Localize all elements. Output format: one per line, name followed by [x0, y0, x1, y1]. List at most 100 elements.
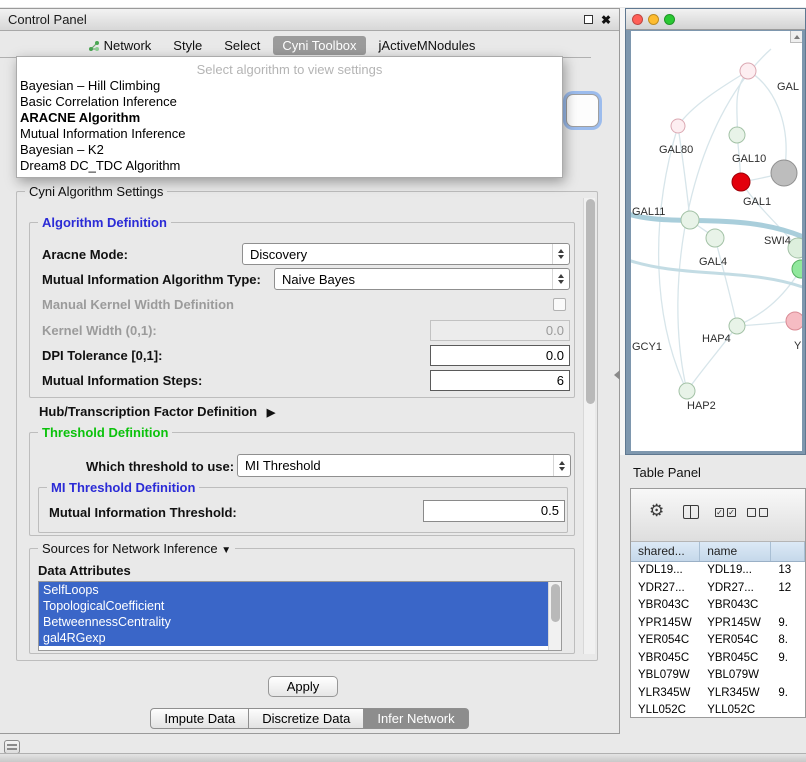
- screen: Control Panel ✖ Network Style Select Cyn…: [0, 0, 806, 762]
- network-node[interactable]: [671, 119, 685, 133]
- cell-extra: 9.: [771, 685, 805, 703]
- node-label: GCY1: [632, 341, 662, 353]
- chevron-right-icon: ▶: [267, 407, 275, 419]
- cell-name: YPR145W: [700, 615, 771, 633]
- combo-arrows-icon: [552, 244, 569, 264]
- tab-cyni-toolbox[interactable]: Cyni Toolbox: [273, 36, 365, 55]
- network-tab-icon: [88, 40, 100, 52]
- cell-name: YLL052C: [700, 702, 771, 718]
- tab-impute-data[interactable]: Impute Data: [150, 708, 249, 729]
- dpi-tolerance-field[interactable]: 0.0: [430, 345, 570, 366]
- network-node-gal10[interactable]: [771, 160, 797, 186]
- data-attributes-label: Data Attributes: [38, 563, 131, 578]
- tab-label: Network: [104, 38, 152, 53]
- control-panel-titlebar[interactable]: Control Panel ✖: [0, 9, 619, 31]
- column-header-extra[interactable]: [771, 542, 805, 561]
- algorithm-option[interactable]: Mutual Information Inference: [17, 126, 562, 142]
- tab-label: Cyni Toolbox: [282, 38, 356, 53]
- attributes-scrollbar[interactable]: [548, 582, 561, 650]
- unchecked-box-icon: [747, 508, 756, 517]
- close-traffic-light[interactable]: [632, 14, 643, 25]
- sources-label: Sources for Network Inference: [42, 541, 218, 556]
- kernel-width-field[interactable]: 0.0: [430, 320, 570, 341]
- cell-name: YDL19...: [700, 562, 771, 580]
- table-row[interactable]: YDR27... YDR27... 12: [631, 580, 805, 598]
- table-row[interactable]: YER054C YER054C 8.: [631, 632, 805, 650]
- cell-shared-name: YER054C: [631, 632, 700, 650]
- algorithm-option[interactable]: Basic Correlation Inference: [17, 94, 562, 110]
- list-item[interactable]: TopologicalCoefficient: [39, 598, 548, 614]
- network-node[interactable]: [729, 318, 745, 334]
- table-row[interactable]: YLR345W YLR345W 9.: [631, 685, 805, 703]
- table-row[interactable]: YPR145W YPR145W 9.: [631, 615, 805, 633]
- minimize-traffic-light[interactable]: [648, 14, 659, 25]
- network-node[interactable]: [681, 211, 699, 229]
- tab-infer-network[interactable]: Infer Network: [364, 708, 468, 729]
- settings-scrollbar[interactable]: [583, 198, 595, 654]
- network-node[interactable]: [679, 383, 695, 399]
- mi-algorithm-type-select[interactable]: Naive Bayes: [274, 268, 570, 290]
- float-window-icon[interactable]: [584, 15, 593, 24]
- algorithm-option[interactable]: Bayesian – Hill Climbing: [17, 78, 562, 94]
- gear-icon[interactable]: ⚙: [649, 501, 664, 521]
- network-node[interactable]: [786, 312, 802, 330]
- close-icon[interactable]: ✖: [601, 14, 611, 26]
- select-all-icon[interactable]: ✓ ✓: [715, 508, 736, 517]
- algorithm-settings-button[interactable]: [566, 94, 599, 127]
- table-row[interactable]: YBR045C YBR045C 9.: [631, 650, 805, 668]
- column-visibility-icon[interactable]: [683, 505, 699, 519]
- aracne-mode-select[interactable]: Discovery: [242, 243, 570, 265]
- tab-network[interactable]: Network: [79, 36, 161, 55]
- table-row[interactable]: YBR043C YBR043C: [631, 597, 805, 615]
- node-label: HAP2: [687, 400, 716, 412]
- network-node[interactable]: [792, 260, 802, 278]
- column-header-name[interactable]: name: [700, 542, 771, 561]
- table-row[interactable]: YBL079W YBL079W: [631, 667, 805, 685]
- attributes-scrollbar-thumb[interactable]: [551, 584, 560, 622]
- algorithm-option-selected[interactable]: ARACNE Algorithm: [17, 110, 562, 126]
- zoom-traffic-light[interactable]: [664, 14, 675, 25]
- apply-button[interactable]: Apply: [268, 676, 338, 697]
- algorithm-option[interactable]: Dream8 DC_TDC Algorithm: [17, 158, 562, 174]
- cell-shared-name: YBR043C: [631, 597, 700, 615]
- table-panel-title: Table Panel: [633, 465, 701, 480]
- network-canvas[interactable]: GAL GAL80 GAL10 GAL1 GAL11 SWI4 GAL4 GCY…: [631, 31, 802, 451]
- table-row[interactable]: YLL052C YLL052C: [631, 702, 805, 718]
- table-row[interactable]: YDL19... YDL19... 13: [631, 562, 805, 580]
- splitter-collapse-handle[interactable]: [614, 370, 620, 380]
- mi-threshold-field[interactable]: 0.5: [423, 500, 565, 522]
- table-header-row: shared... name: [631, 542, 805, 562]
- node-label: GAL10: [732, 153, 766, 165]
- list-item[interactable]: gal4RGexp: [39, 630, 548, 646]
- manual-kernel-checkbox[interactable]: [553, 298, 566, 311]
- list-item[interactable]: SelfLoops: [39, 582, 548, 598]
- tab-jactivemodules[interactable]: jActiveMNodules: [370, 36, 485, 55]
- cyni-algorithm-settings-group: Cyni Algorithm Settings Algorithm Defini…: [16, 191, 598, 661]
- combo-arrows-icon: [552, 269, 569, 289]
- network-window-titlebar[interactable]: [626, 9, 805, 30]
- tab-select[interactable]: Select: [215, 36, 269, 55]
- deselect-all-icon[interactable]: [747, 508, 768, 517]
- panel-toggle-icon[interactable]: [4, 740, 20, 754]
- node-label: GAL4: [699, 256, 727, 268]
- which-threshold-label: Which threshold to use:: [86, 459, 234, 474]
- which-threshold-select[interactable]: MI Threshold: [237, 454, 571, 477]
- hub-definition-expander[interactable]: Hub/Transcription Factor Definition ▶: [39, 404, 275, 419]
- column-header-shared-name[interactable]: shared...: [631, 542, 700, 561]
- mi-threshold-label: Mutual Information Threshold:: [49, 505, 237, 520]
- checked-box-icon: ✓: [715, 508, 724, 517]
- network-scroll-button[interactable]: [790, 31, 802, 43]
- group-title: Algorithm Definition: [38, 215, 171, 230]
- settings-scrollbar-thumb[interactable]: [586, 199, 595, 404]
- network-node[interactable]: [706, 229, 724, 247]
- sources-expander[interactable]: Sources for Network Inference ▼: [38, 541, 235, 556]
- control-panel-tabs: Network Style Select Cyni Toolbox jActiv…: [0, 31, 591, 58]
- network-node-selected-red[interactable]: [732, 173, 750, 191]
- tab-style[interactable]: Style: [164, 36, 211, 55]
- tab-discretize-data[interactable]: Discretize Data: [249, 708, 364, 729]
- mi-steps-field[interactable]: 6: [430, 370, 570, 391]
- algorithm-option[interactable]: Bayesian – K2: [17, 142, 562, 158]
- network-node[interactable]: [740, 63, 756, 79]
- list-item[interactable]: BetweennessCentrality: [39, 614, 548, 630]
- network-node[interactable]: [729, 127, 745, 143]
